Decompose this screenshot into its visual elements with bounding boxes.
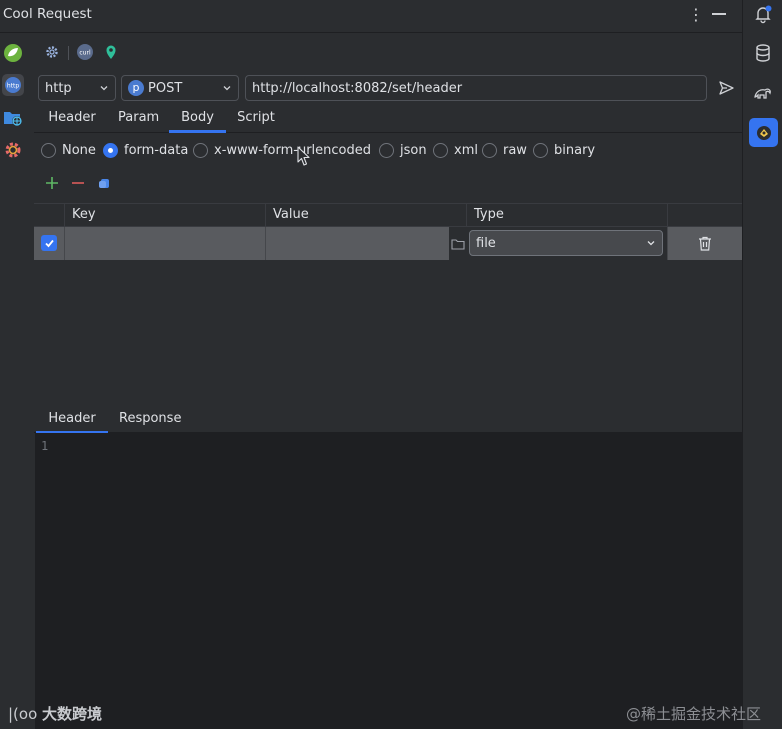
copy-icon[interactable]: [96, 175, 112, 191]
tab-response-header[interactable]: Header: [36, 411, 108, 434]
folder-web-icon[interactable]: [2, 107, 24, 129]
remove-row-icon[interactable]: [70, 175, 86, 191]
watermark-text: @稀土掘金技术社区: [626, 705, 762, 723]
tab-param[interactable]: Param: [118, 110, 159, 133]
type-value: file: [476, 236, 496, 251]
column-key: Key: [64, 204, 265, 227]
tab-header[interactable]: Header: [48, 110, 96, 133]
radio-binary[interactable]: binary: [533, 140, 595, 160]
request-panel: curl http p POST Header Param Body Scrip…: [34, 34, 742, 729]
mouse-cursor-icon: [297, 146, 310, 166]
folder-icon[interactable]: [449, 227, 467, 260]
column-value: Value: [265, 204, 466, 227]
top-toolbar: curl: [34, 34, 742, 70]
column-type: Type: [466, 204, 667, 227]
settings-gear-icon[interactable]: [2, 139, 24, 161]
settings-icon[interactable]: [43, 43, 61, 61]
http-request-icon[interactable]: http: [2, 74, 24, 96]
chevron-down-icon: [647, 241, 655, 246]
window-title: Cool Request: [3, 6, 92, 22]
radio-none[interactable]: None: [41, 140, 96, 160]
table-row: file: [34, 227, 742, 260]
database-icon[interactable]: [751, 41, 775, 65]
send-icon[interactable]: [717, 79, 735, 97]
url-input[interactable]: [245, 75, 707, 101]
protocol-select[interactable]: http: [38, 75, 116, 101]
method-badge-icon: p: [128, 80, 144, 96]
right-tool-strip: [742, 0, 782, 729]
cool-request-icon[interactable]: [749, 118, 778, 147]
table-header: Key Value Type: [34, 203, 742, 227]
tab-script[interactable]: Script: [237, 110, 275, 133]
method-value: POST: [148, 81, 183, 96]
delete-cell: [667, 227, 742, 260]
radio-form-data[interactable]: form-data: [103, 140, 188, 160]
request-tabs: Header Param Body Script: [34, 104, 742, 133]
watermark-logo: |(oo 大数跨境: [8, 705, 103, 723]
minimize-icon[interactable]: [712, 13, 726, 15]
svg-text:curl: curl: [79, 50, 91, 57]
chevron-down-icon: [223, 86, 231, 91]
radio-json[interactable]: json: [379, 140, 427, 160]
svg-text:http: http: [7, 83, 20, 90]
chevron-down-icon: [100, 86, 108, 91]
gradle-elephant-icon[interactable]: [751, 81, 775, 105]
tab-response[interactable]: Response: [119, 411, 181, 434]
more-options-icon[interactable]: ⋮: [688, 5, 704, 25]
column-actions: [667, 204, 742, 227]
line-number: 1: [41, 439, 49, 453]
type-select[interactable]: file: [469, 230, 663, 256]
trash-icon[interactable]: [698, 236, 712, 251]
form-actions: [34, 172, 742, 196]
response-tabs: Header Response: [34, 406, 742, 434]
response-editor[interactable]: 1: [35, 433, 742, 729]
protocol-value: http: [45, 81, 72, 96]
curl-icon[interactable]: curl: [76, 43, 94, 61]
location-pin-icon[interactable]: [102, 43, 120, 61]
row-enabled-checkbox[interactable]: [41, 235, 57, 251]
form-data-table: Key Value Type file: [34, 203, 742, 260]
add-row-icon[interactable]: [44, 175, 60, 191]
value-cell[interactable]: [265, 227, 449, 260]
key-cell[interactable]: [64, 227, 265, 260]
body-type-radio-group: None form-data x-www-form-urlencoded jso…: [34, 134, 742, 164]
radio-raw[interactable]: raw: [482, 140, 527, 160]
radio-x-www-form-urlencoded[interactable]: x-www-form-urlencoded: [193, 140, 371, 160]
method-select[interactable]: p POST: [121, 75, 239, 101]
notifications-icon[interactable]: [751, 2, 775, 26]
spring-icon[interactable]: [2, 42, 24, 64]
tab-body[interactable]: Body: [169, 110, 226, 133]
tool-window-header: Cool Request ⋮: [0, 0, 742, 33]
left-tool-strip: http: [0, 34, 34, 729]
radio-xml[interactable]: xml: [433, 140, 478, 160]
